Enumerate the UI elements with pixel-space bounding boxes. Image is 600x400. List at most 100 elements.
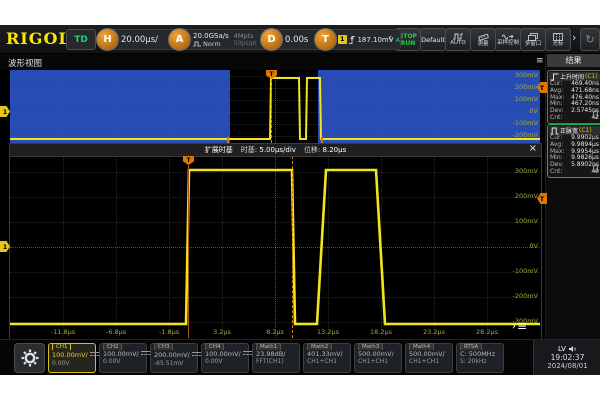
dc-coupling-icon bbox=[90, 351, 99, 357]
channel-offset-value: 0.00V bbox=[100, 358, 146, 366]
dc-coupling-icon bbox=[192, 351, 201, 357]
channel-scale-value: 401.33mV/ bbox=[304, 350, 350, 358]
zoom-window-header[interactable]: 扩展时基 时基: 5.00μs/div 位移: 8.20μs × bbox=[9, 143, 542, 157]
top-toolbar: RIGOL TD H 20.00μs/ A 20.0GSa/s Norm 4Mp… bbox=[0, 25, 600, 53]
channel-tab-label: CH2 bbox=[103, 343, 122, 350]
main-trigger-edge-line bbox=[188, 156, 189, 338]
speaker-icon bbox=[569, 345, 577, 353]
ruler-icon bbox=[478, 33, 489, 41]
multi-window-button[interactable]: 多窗口 bbox=[520, 28, 546, 51]
overview-voltage-label: 300mV bbox=[496, 71, 538, 79]
trash-icon[interactable] bbox=[592, 164, 599, 172]
channel-block-ch4[interactable]: CH4100.00mV/0.00V bbox=[201, 343, 249, 373]
overview-voltage-label: -200mV bbox=[496, 131, 538, 139]
channel-status-list: CH1100.00mV/0.00VCH2100.00mV/0.00VCH3200… bbox=[48, 343, 504, 373]
close-icon[interactable]: × bbox=[529, 143, 537, 154]
dc-coupling-icon bbox=[243, 350, 252, 356]
overview-channel1-marker[interactable]: 1 bbox=[0, 106, 10, 117]
main-voltage-label: 100mV bbox=[496, 217, 538, 225]
system-date: 2024/08/01 bbox=[547, 362, 587, 370]
channel-scale-value: 23.98dB/ bbox=[253, 350, 299, 358]
lan-status: LV bbox=[558, 345, 566, 353]
channel-offset-value: 0.00V bbox=[49, 360, 95, 368]
trash-icon[interactable] bbox=[592, 110, 599, 118]
channel-block-math3[interactable]: Math3500.00mV/CH1+CH1 bbox=[354, 343, 402, 373]
sample-resolution: 50ps/pt bbox=[234, 40, 257, 48]
time-axis-label: -1.8μs bbox=[148, 328, 190, 336]
gesture-button[interactable]: ↻ bbox=[580, 28, 600, 51]
circular-arrows-icon: ↻ bbox=[585, 33, 594, 46]
acquire-mode: Norm bbox=[203, 40, 221, 48]
channel-block-math1[interactable]: Math123.98dB/FFT(CH1) bbox=[252, 343, 300, 373]
measure-button[interactable]: 测量 bbox=[470, 28, 496, 51]
cursor-button[interactable]: 光标 bbox=[545, 28, 571, 51]
sample-control-button[interactable]: 采样控制 bbox=[495, 28, 521, 51]
oscilloscope-screen: RIGOL TD H 20.00μs/ A 20.0GSa/s Norm 4Mp… bbox=[0, 25, 600, 375]
channel-offset-value: -65.51mV bbox=[151, 360, 197, 368]
trigger-mode-indicator[interactable]: TD bbox=[66, 29, 96, 50]
channel-block-math4[interactable]: Math4500.00mV/CH1+CH1 bbox=[405, 343, 453, 373]
zoom-offset-label: 位移: bbox=[304, 146, 320, 154]
main-voltage-label: 300mV bbox=[496, 167, 538, 175]
sample-rate: 20.0GSa/s bbox=[193, 32, 229, 40]
channel-tab-label: CH1 bbox=[52, 343, 71, 350]
view-tab-strip bbox=[0, 54, 545, 70]
toolbar-scroll-left-icon[interactable]: ‹ bbox=[388, 31, 392, 45]
trigger-source-badge: 1 bbox=[338, 35, 347, 44]
time-axis-label: 23.2μs bbox=[413, 328, 455, 336]
channel-tab-label: RTSA bbox=[460, 343, 482, 350]
grid-line bbox=[10, 222, 540, 223]
time-axis-label: 28.2μs bbox=[466, 328, 508, 336]
channel-scale-value: 100.00mV/ bbox=[100, 350, 146, 358]
delay-knob-button[interactable]: D bbox=[260, 28, 283, 51]
default-label: Default bbox=[421, 36, 445, 44]
settings-button[interactable] bbox=[14, 343, 45, 373]
measure-label: 测量 bbox=[477, 41, 488, 47]
time-axis-label: -11.8μs bbox=[42, 328, 84, 336]
measurement-card-2[interactable]: 正脉宽(C1)Cur:9.9902μsAvg:9.9894μsMax:9.995… bbox=[547, 124, 600, 178]
channel-block-ch1[interactable]: CH1100.00mV/0.00V bbox=[48, 343, 96, 373]
channel-block-ch2[interactable]: CH2100.00mV/0.00V bbox=[99, 343, 147, 373]
toolbar-scroll-right-icon[interactable]: › bbox=[572, 31, 576, 45]
trigger-coupling: A bbox=[396, 36, 400, 44]
zoom-offset-value: 8.20μs bbox=[323, 146, 347, 154]
channel-block-math2[interactable]: Math2401.33mV/CH1+CH1 bbox=[303, 343, 351, 373]
main-voltage-label: -200mV bbox=[496, 292, 538, 300]
rising-edge-icon bbox=[349, 35, 356, 45]
channel-tab-label: Math1 bbox=[256, 343, 281, 350]
results-header: 结果 bbox=[547, 54, 600, 67]
default-button[interactable]: Default bbox=[420, 28, 446, 51]
clock-block: LV 19:02:37 2024/08/01 bbox=[533, 340, 600, 375]
measurement-card-1[interactable]: 上升时间(C1)Cur:469.40nsAvg:471.68nsMax:476.… bbox=[547, 70, 600, 124]
overview-voltage-label: -100mV bbox=[496, 119, 538, 127]
dc-coupling-icon bbox=[141, 350, 150, 356]
system-time: 19:02:37 bbox=[551, 353, 585, 362]
trigger-knob-button[interactable]: T bbox=[314, 28, 337, 51]
channel-offset-value: S: 20kHz bbox=[457, 358, 503, 366]
sample-control-label: 采样控制 bbox=[497, 40, 519, 46]
acquire-pulse-icon bbox=[193, 41, 201, 47]
waveform-arrow-icon bbox=[502, 33, 514, 40]
overview-masked-region-left bbox=[10, 70, 230, 143]
grid-line bbox=[10, 247, 540, 248]
channel-offset-value: CH1+CH1 bbox=[406, 358, 452, 366]
sidebar-toggle-icon[interactable]: ≡ bbox=[536, 56, 544, 66]
zoom-timebase-value: 5.00μs/div bbox=[259, 146, 296, 154]
time-axis-label: 18.2μs bbox=[360, 328, 402, 336]
time-axis-label: 8.2μs bbox=[254, 328, 296, 336]
overview-voltage-label: 0V bbox=[496, 107, 538, 115]
horizontal-knob-button[interactable]: H bbox=[96, 28, 119, 51]
overview-voltage-label: 200mV bbox=[496, 83, 538, 91]
acquisition-info[interactable]: 20.0GSa/s Norm 4Mpts 50ps/pt bbox=[178, 29, 270, 50]
acquire-knob-button[interactable]: A bbox=[168, 28, 191, 51]
auto-waveform-icon bbox=[453, 33, 463, 40]
channel-block-rtsa[interactable]: RTSAC: 500MHzS: 20kHz bbox=[456, 343, 504, 373]
channel-block-ch3[interactable]: CH3200.00mV/-65.51mV bbox=[150, 343, 198, 373]
screenshot-stage: RIGOL TD H 20.00μs/ A 20.0GSa/s Norm 4Mp… bbox=[0, 0, 600, 400]
waveform-view-tab[interactable]: 波形视图 bbox=[8, 57, 42, 69]
multi-window-label: 多窗口 bbox=[525, 41, 542, 47]
cursor-label: 光标 bbox=[552, 41, 563, 47]
waveform-menu-icon[interactable]: ›≡ bbox=[512, 319, 527, 333]
overview-trigger-position-line bbox=[271, 70, 272, 143]
auto-button[interactable]: AUTO bbox=[445, 28, 471, 51]
